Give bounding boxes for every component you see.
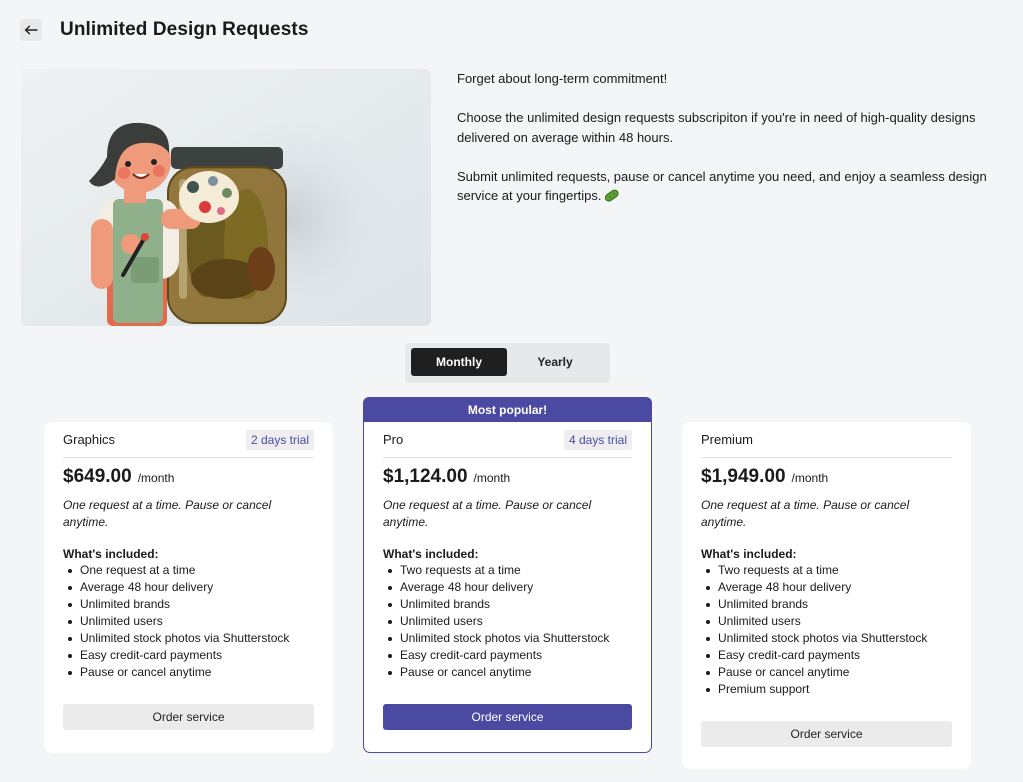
feature-item: Unlimited brands (701, 596, 952, 613)
pickle-icon (604, 189, 620, 209)
included-title: What's included: (63, 547, 159, 561)
feature-item: Easy credit-card payments (383, 647, 632, 664)
feature-item: One request at a time (63, 562, 314, 579)
feature-item: Unlimited stock photos via Shutterstock (701, 630, 952, 647)
price-row: $1,124.00 /month (383, 466, 632, 488)
toggle-yearly[interactable]: Yearly (507, 348, 603, 376)
intro-paragraph-3: Submit unlimited requests, pause or canc… (457, 167, 1002, 209)
plan-name: Pro (383, 432, 404, 447)
included-title: What's included: (383, 547, 479, 561)
feature-item: Unlimited stock photos via Shutterstock (63, 630, 314, 647)
feature-item: Unlimited users (63, 613, 314, 630)
feature-item: Easy credit-card payments (63, 647, 314, 664)
feature-item: Easy credit-card payments (701, 647, 952, 664)
feature-item: Two requests at a time (701, 562, 952, 579)
plan-header: Premium (701, 422, 952, 458)
feature-item: Unlimited stock photos via Shutterstock (383, 630, 632, 647)
plan-price: $1,124.00 (383, 466, 468, 487)
price-row: $649.00 /month (63, 466, 314, 488)
feature-item: Unlimited brands (383, 596, 632, 613)
plan-header: Pro 4 days trial (383, 422, 632, 458)
hero-image (21, 69, 431, 326)
price-period: /month (791, 471, 829, 485)
plan-price: $1,949.00 (701, 466, 786, 487)
feature-item: Two requests at a time (383, 562, 632, 579)
feature-item: Pause or cancel anytime (383, 664, 632, 681)
order-service-button[interactable]: Order service (63, 704, 314, 730)
feature-item: Premium support (701, 681, 952, 698)
feature-item: Average 48 hour delivery (383, 579, 632, 596)
feature-list: Two requests at a time Average 48 hour d… (701, 562, 952, 698)
plan-header: Graphics 2 days trial (63, 422, 314, 458)
intro-text: Forget about long-term commitment! Choos… (457, 69, 1002, 209)
plan-description: One request at a time. Pause or cancel a… (701, 498, 910, 529)
back-button[interactable] (20, 19, 42, 41)
billing-toggle: Monthly Yearly (405, 343, 610, 383)
plan-description: One request at a time. Pause or cancel a… (63, 498, 272, 529)
plan-name: Graphics (63, 432, 116, 447)
price-row: $1,949.00 /month (701, 466, 952, 488)
plan-card-graphics: Graphics 2 days trial $649.00 /month One… (44, 422, 333, 753)
arrow-left-icon (24, 25, 38, 35)
feature-item: Unlimited users (701, 613, 952, 630)
plan-name: Premium (701, 432, 754, 447)
trial-badge: 4 days trial (563, 429, 632, 450)
page-header: Unlimited Design Requests (20, 19, 309, 41)
feature-item: Pause or cancel anytime (701, 664, 952, 681)
feature-item: Unlimited brands (63, 596, 314, 613)
feature-item: Pause or cancel anytime (63, 664, 314, 681)
price-period: /month (137, 471, 175, 485)
toggle-monthly[interactable]: Monthly (411, 348, 507, 376)
page-title: Unlimited Design Requests (60, 19, 309, 40)
plan-price: $649.00 (63, 466, 132, 487)
order-service-button[interactable]: Order service (383, 704, 632, 730)
intro-paragraph-2: Choose the unlimited design requests sub… (457, 110, 976, 145)
feature-item: Average 48 hour delivery (701, 579, 952, 596)
feature-item: Average 48 hour delivery (63, 579, 314, 596)
feature-list: One request at a time Average 48 hour de… (63, 562, 314, 681)
order-service-button[interactable]: Order service (701, 721, 952, 747)
intro-paragraph-1: Forget about long-term commitment! (457, 71, 668, 86)
plan-card-premium: Premium $1,949.00 /month One request at … (682, 422, 971, 769)
plan-card-pro: Pro 4 days trial $1,124.00 /month One re… (363, 422, 652, 753)
most-popular-banner: Most popular! (363, 397, 652, 423)
feature-list: Two requests at a time Average 48 hour d… (383, 562, 632, 681)
plan-description: One request at a time. Pause or cancel a… (383, 498, 592, 529)
included-title: What's included: (701, 547, 797, 561)
trial-badge: 2 days trial (245, 429, 314, 450)
price-period: /month (473, 471, 511, 485)
feature-item: Unlimited users (383, 613, 632, 630)
